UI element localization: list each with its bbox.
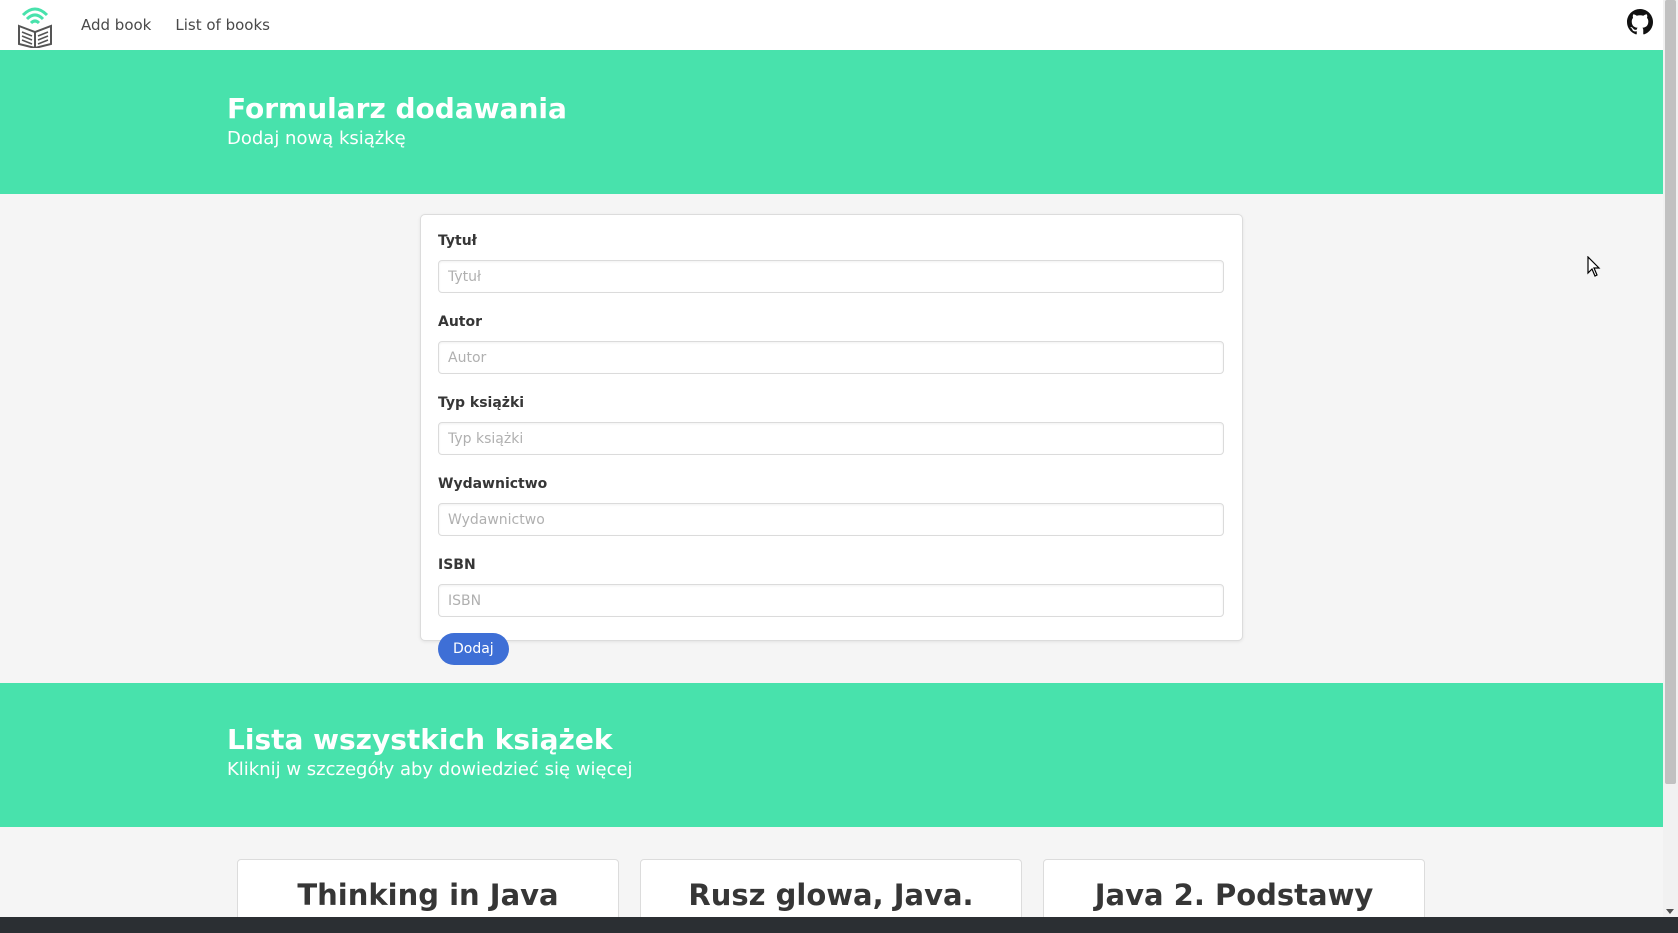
isbn-label: ISBN <box>438 557 476 573</box>
add-book-form: Tytuł Autor Typ książki Wydawnictwo ISBN… <box>420 214 1243 665</box>
vertical-scrollbar[interactable] <box>1663 0 1678 917</box>
publisher-input[interactable] <box>438 503 1224 536</box>
book-card[interactable]: Thinking in Java <box>237 859 619 917</box>
book-card[interactable]: Rusz glowa, Java. <box>640 859 1022 917</box>
bottom-bar <box>0 917 1678 933</box>
scrollbar-thumb[interactable] <box>1665 0 1676 784</box>
book-type-input[interactable] <box>438 422 1224 455</box>
field-book-type: Typ książki <box>438 395 1225 476</box>
book-title: Java 2. Podstawy <box>1094 878 1374 912</box>
page-subtitle: Dodaj nową książkę <box>227 127 406 149</box>
field-title: Tytuł <box>438 233 1225 314</box>
book-title: Thinking in Java <box>297 878 559 912</box>
title-input[interactable] <box>438 260 1224 293</box>
author-label: Autor <box>438 314 483 330</box>
add-book-section: Tytuł Autor Typ książki Wydawnictwo ISBN… <box>0 194 1663 683</box>
page-viewport: Add book List of books Formularz dodawan… <box>0 0 1663 917</box>
book-type-label: Typ książki <box>438 395 525 411</box>
list-subtitle: Kliknij w szczegóły aby dowiedzieć się w… <box>227 758 633 780</box>
nav-add-book[interactable]: Add book <box>81 16 151 34</box>
book-title: Rusz glowa, Java. <box>688 878 974 912</box>
hero-book-list: Lista wszystkich książek Kliknij w szcze… <box>0 683 1663 827</box>
isbn-input[interactable] <box>438 584 1224 617</box>
publisher-label: Wydawnictwo <box>438 476 548 492</box>
author-input[interactable] <box>438 341 1224 374</box>
title-label: Tytuł <box>438 233 477 249</box>
page-title: Formularz dodawania <box>227 92 567 125</box>
add-button[interactable]: Dodaj <box>438 633 509 665</box>
books-logo-icon[interactable] <box>16 2 54 48</box>
field-author: Autor <box>438 314 1225 395</box>
scroll-down-arrow-icon[interactable] <box>1666 909 1674 914</box>
field-publisher: Wydawnictwo <box>438 476 1225 557</box>
list-title: Lista wszystkich książek <box>227 723 613 756</box>
field-isbn: ISBN <box>438 557 1225 638</box>
navbar: Add book List of books <box>0 0 1663 50</box>
hero-add-form: Formularz dodawania Dodaj nową książkę <box>0 50 1663 194</box>
book-card[interactable]: Java 2. Podstawy <box>1043 859 1425 917</box>
book-list: Thinking in Java Rusz glowa, Java. Java … <box>0 827 1663 917</box>
github-icon[interactable] <box>1627 9 1653 35</box>
mouse-cursor-icon <box>1587 256 1601 277</box>
nav-list-of-books[interactable]: List of books <box>175 16 270 34</box>
